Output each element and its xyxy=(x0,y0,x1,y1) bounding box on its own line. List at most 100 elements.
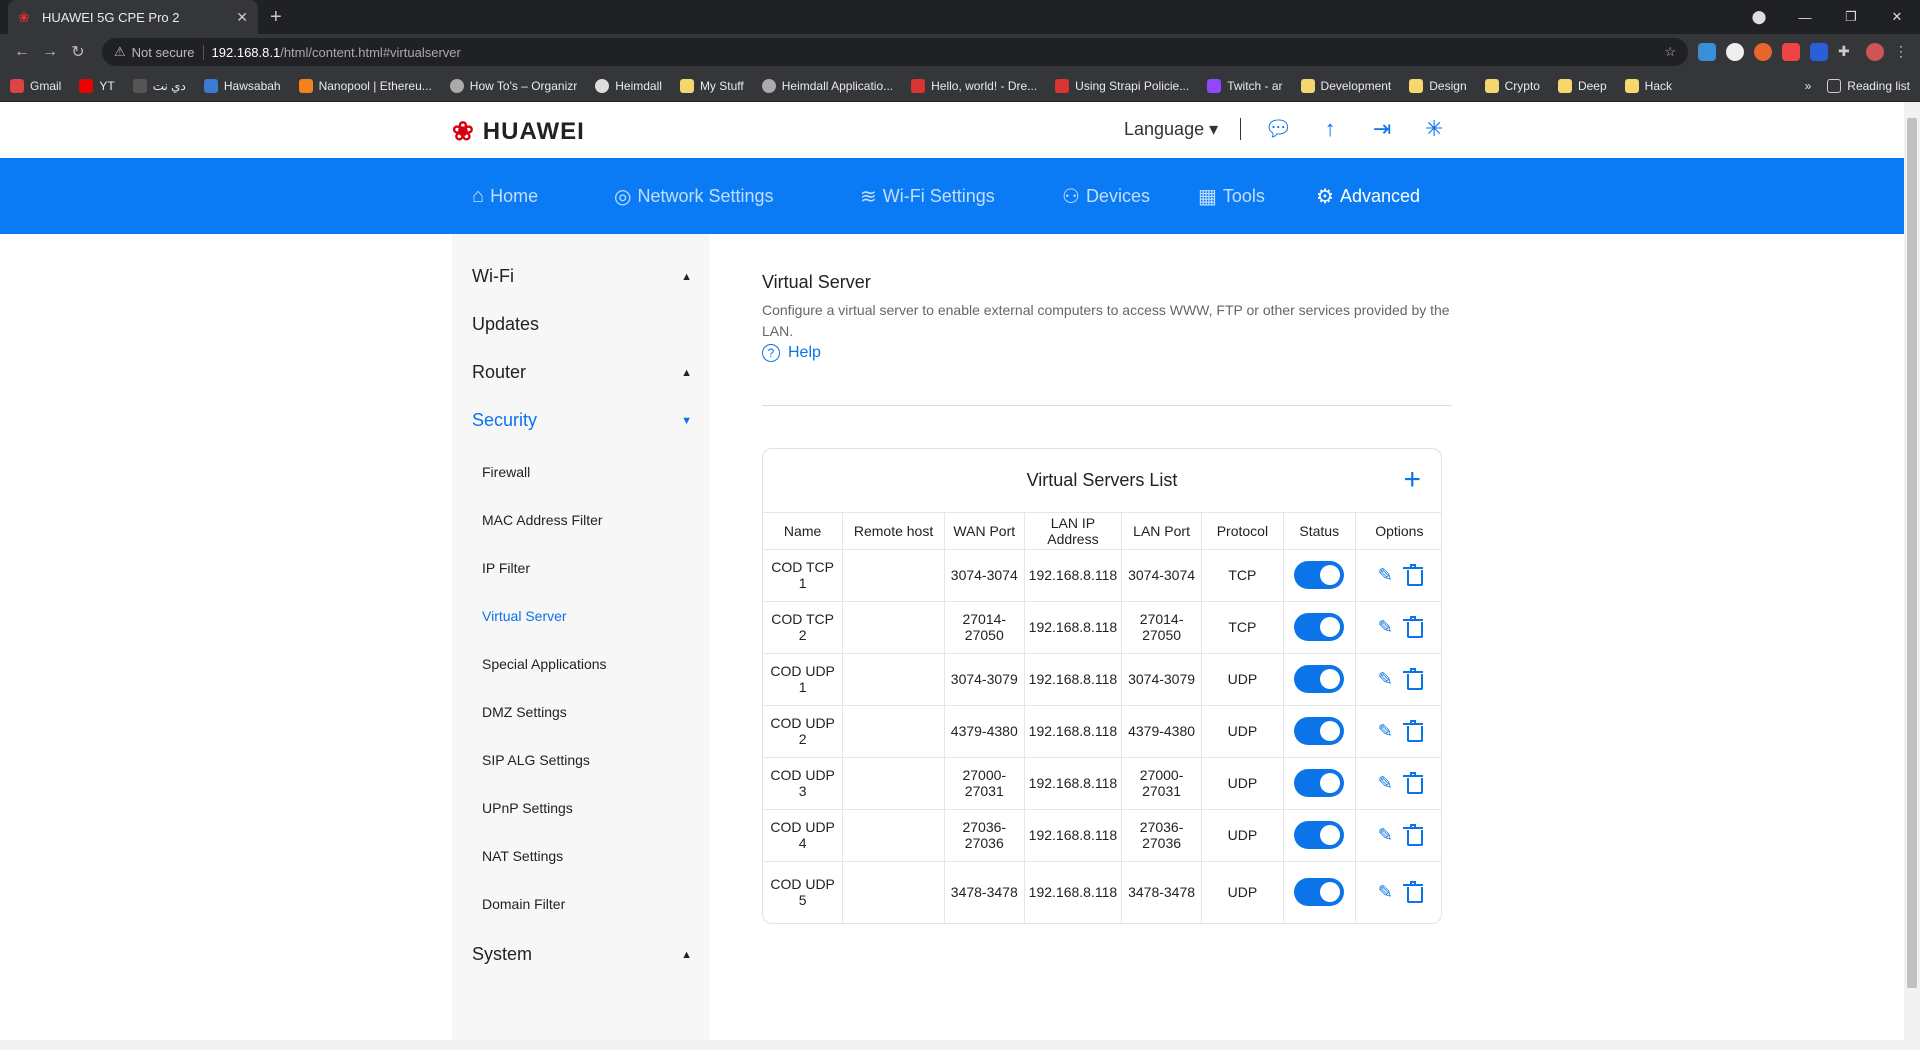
sidebar-item-sip-alg[interactable]: SIP ALG Settings xyxy=(482,752,590,768)
bookmark-item[interactable]: Heimdall xyxy=(595,78,662,93)
sidebar-item-firewall[interactable]: Firewall xyxy=(482,464,530,480)
language-dropdown[interactable]: Language ▾ xyxy=(1124,119,1218,140)
edit-pencil-icon[interactable]: ✎ xyxy=(1378,618,1393,636)
logout-icon[interactable]: ⇥ xyxy=(1367,116,1397,142)
vertical-scrollbar[interactable] xyxy=(1904,102,1920,1040)
edit-pencil-icon[interactable]: ✎ xyxy=(1378,774,1393,792)
edit-pencil-icon[interactable]: ✎ xyxy=(1378,566,1393,584)
bookmark-item[interactable]: Twitch - ar xyxy=(1207,78,1283,93)
nav-tools[interactable]: ▦ Tools xyxy=(1198,158,1265,234)
bookmarks-more-button[interactable]: » xyxy=(1805,79,1812,93)
bookmark-folder[interactable]: Development xyxy=(1300,78,1392,93)
status-toggle[interactable] xyxy=(1294,613,1345,641)
back-icon[interactable]: ← xyxy=(8,43,36,61)
close-window-icon[interactable]: ✕ xyxy=(1874,0,1920,34)
bookmark-item[interactable]: Using Strapi Policie... xyxy=(1055,78,1189,93)
extension-icon[interactable] xyxy=(1782,43,1800,61)
status-toggle[interactable] xyxy=(1294,821,1345,849)
bookmark-item[interactable]: دي نت xyxy=(132,78,186,93)
reload-icon[interactable]: ↻ xyxy=(64,42,92,62)
extensions-area: ✚ ⋮ xyxy=(1698,43,1912,61)
cell-lan-port: 3074-3079 xyxy=(1121,653,1202,706)
edit-pencil-icon[interactable]: ✎ xyxy=(1378,670,1393,688)
minimize-icon[interactable]: — xyxy=(1782,0,1828,34)
sidebar-group-system[interactable]: System ▲ xyxy=(472,944,692,965)
bookmark-item[interactable]: Hawsabah xyxy=(203,78,281,93)
bookmark-folder[interactable]: Deep xyxy=(1557,78,1607,93)
sidebar-item-special-applications[interactable]: Special Applications xyxy=(482,656,607,672)
sidebar-group-updates[interactable]: Updates xyxy=(472,314,692,335)
scrollbar-thumb[interactable] xyxy=(1907,118,1917,988)
caret-up-icon: ▲ xyxy=(681,948,692,961)
browser-tab[interactable]: ❀ HUAWEI 5G CPE Pro 2 ✕ xyxy=(8,0,258,34)
bookmark-folder[interactable]: My Stuff xyxy=(679,78,744,93)
nav-wifi-settings[interactable]: ≋ Wi-Fi Settings xyxy=(860,158,995,234)
bookmark-folder[interactable]: Crypto xyxy=(1484,78,1540,93)
chat-bubble-icon[interactable]: 💬︎ xyxy=(1263,116,1293,142)
main-navbar: ⌂ Home ◎ Network Settings ≋ Wi-Fi Settings … xyxy=(0,158,1904,234)
edit-pencil-icon[interactable]: ✎ xyxy=(1378,722,1393,740)
menu-kebab-icon[interactable]: ⋮ xyxy=(1894,43,1912,61)
status-toggle[interactable] xyxy=(1294,717,1345,745)
sidebar-item-nat[interactable]: NAT Settings xyxy=(482,848,563,864)
sidebar-item-dmz[interactable]: DMZ Settings xyxy=(482,704,567,720)
nav-advanced[interactable]: ⚙ Advanced xyxy=(1316,158,1420,234)
sidebar-group-security[interactable]: Security ▼ xyxy=(472,410,692,431)
loading-spinner-icon[interactable]: ✳ xyxy=(1419,116,1449,142)
help-link[interactable]: ? Help xyxy=(762,344,821,362)
sidebar-group-router[interactable]: Router ▲ xyxy=(472,362,692,383)
nav-devices[interactable]: ⚇ Devices xyxy=(1062,158,1150,234)
url-bar[interactable]: ⚠ Not secure 192.168.8.1 /html/content.h… xyxy=(102,38,1688,66)
close-tab-icon[interactable]: ✕ xyxy=(236,9,248,26)
edit-pencil-icon[interactable]: ✎ xyxy=(1378,826,1393,844)
delete-trash-icon[interactable] xyxy=(1402,771,1423,794)
delete-trash-icon[interactable] xyxy=(1402,880,1423,903)
puzzle-icon[interactable]: ✚ xyxy=(1838,43,1856,61)
upload-arrow-icon[interactable]: ↑ xyxy=(1315,116,1345,142)
nav-home[interactable]: ⌂ Home xyxy=(472,158,538,234)
extension-icon[interactable] xyxy=(1754,43,1772,61)
not-secure-label[interactable]: Not secure xyxy=(132,44,204,60)
delete-trash-icon[interactable] xyxy=(1402,615,1423,638)
bookmark-star-icon[interactable]: ☆ xyxy=(1664,44,1676,60)
status-toggle[interactable] xyxy=(1294,878,1345,907)
delete-trash-icon[interactable] xyxy=(1402,667,1423,690)
delete-trash-icon[interactable] xyxy=(1402,563,1423,586)
huawei-logo[interactable]: ❀ HUAWEI xyxy=(452,116,585,147)
status-toggle[interactable] xyxy=(1294,665,1345,693)
bookmark-item[interactable]: How To's – Organizr xyxy=(449,78,577,93)
cell-options: ✎ xyxy=(1355,757,1441,810)
status-toggle[interactable] xyxy=(1294,769,1345,797)
extension-icon[interactable] xyxy=(1726,43,1744,61)
delete-trash-icon[interactable] xyxy=(1402,719,1423,742)
add-icon[interactable]: + xyxy=(1403,465,1421,495)
bookmark-folder[interactable]: Design xyxy=(1409,78,1467,93)
extension-icon[interactable] xyxy=(1698,43,1716,61)
profile-dropdown-icon[interactable]: ⬤ xyxy=(1736,0,1782,34)
bookmark-item[interactable]: Nanopool | Ethereu... xyxy=(298,78,432,93)
new-tab-button[interactable]: + xyxy=(270,6,282,29)
bookmark-folder[interactable]: Hack xyxy=(1624,78,1672,93)
reading-list-button[interactable]: Reading list xyxy=(1827,78,1910,93)
status-toggle[interactable] xyxy=(1294,561,1345,589)
bookmark-label: Development xyxy=(1320,78,1392,93)
sidebar-item-upnp[interactable]: UPnP Settings xyxy=(482,800,573,816)
bookmark-item[interactable]: Gmail xyxy=(10,78,61,93)
sidebar-item-virtual-server[interactable]: Virtual Server xyxy=(482,608,567,624)
forward-icon[interactable]: → xyxy=(36,43,64,61)
nav-network-settings[interactable]: ◎ Network Settings xyxy=(614,158,774,234)
bookmark-item[interactable]: Heimdall Applicatio... xyxy=(761,78,893,93)
avatar[interactable] xyxy=(1866,43,1884,61)
bookmark-item[interactable]: Hello, world! - Dre... xyxy=(911,78,1037,93)
horizontal-scrollbar[interactable] xyxy=(0,1040,1920,1050)
extension-icon[interactable] xyxy=(1810,43,1828,61)
sidebar-item-mac-filter[interactable]: MAC Address Filter xyxy=(482,512,603,528)
edit-pencil-icon[interactable]: ✎ xyxy=(1378,883,1393,901)
sidebar-item-ip-filter[interactable]: IP Filter xyxy=(482,560,530,576)
bookmark-item[interactable]: YT xyxy=(79,78,115,93)
restore-icon[interactable]: ❐ xyxy=(1828,0,1874,34)
sidebar-item-domain-filter[interactable]: Domain Filter xyxy=(482,896,565,912)
sidebar-group-wifi[interactable]: Wi-Fi ▲ xyxy=(472,266,692,287)
delete-trash-icon[interactable] xyxy=(1402,823,1423,846)
cell-lan-port: 3074-3074 xyxy=(1121,549,1202,602)
